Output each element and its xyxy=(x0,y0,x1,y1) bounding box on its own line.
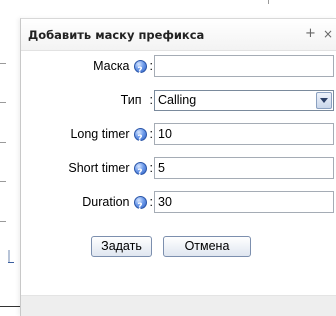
label-colon: : xyxy=(149,93,153,107)
help-icon[interactable] xyxy=(133,195,147,218)
background-divider xyxy=(0,221,6,222)
short-timer-input[interactable]: 5 xyxy=(154,157,334,179)
type-selected-value: Calling xyxy=(158,93,197,107)
type-select[interactable]: Calling xyxy=(154,90,334,111)
dialog-footer xyxy=(21,295,336,316)
help-icon[interactable] xyxy=(133,127,147,150)
label-colon: : xyxy=(149,127,153,141)
background-divider xyxy=(0,142,6,143)
mask-input[interactable] xyxy=(154,55,334,77)
add-prefix-mask-dialog: Добавить маску префикса + × Маска : Тип … xyxy=(20,18,336,316)
expand-icon[interactable]: + xyxy=(305,26,316,42)
type-label: Тип xyxy=(120,93,142,107)
duration-input[interactable]: 30 xyxy=(154,191,334,213)
duration-label: Duration xyxy=(82,195,130,209)
label-colon: : xyxy=(149,161,153,175)
background-divider xyxy=(268,0,269,4)
help-icon[interactable] xyxy=(133,161,147,184)
submit-button[interactable]: Задать xyxy=(91,236,152,257)
label-colon: : xyxy=(149,195,153,209)
long-timer-label: Long timer xyxy=(70,127,130,141)
type-label-row: Тип : xyxy=(21,89,153,111)
label-colon: : xyxy=(149,59,153,73)
background-divider xyxy=(8,262,14,263)
dialog-title: Добавить маску префикса xyxy=(28,28,205,42)
dialog-titlebar[interactable]: Добавить маску префикса + × xyxy=(21,19,336,51)
long-timer-input[interactable]: 10 xyxy=(154,123,334,145)
cancel-button[interactable]: Отмена xyxy=(163,236,251,257)
background-divider xyxy=(0,181,6,182)
help-icon[interactable] xyxy=(133,59,147,82)
duration-label-row: Duration : xyxy=(21,191,153,218)
mask-label: Маска xyxy=(93,59,130,73)
background-divider xyxy=(0,63,6,64)
short-timer-label: Short timer xyxy=(68,161,130,175)
background-divider xyxy=(0,102,6,103)
background-marker xyxy=(8,250,10,262)
mask-label-row: Маска : xyxy=(21,55,153,82)
close-icon[interactable]: × xyxy=(323,26,333,42)
long-timer-label-row: Long timer : xyxy=(21,123,153,150)
short-timer-label-row: Short timer : xyxy=(21,157,153,184)
chevron-down-icon[interactable] xyxy=(316,92,332,109)
